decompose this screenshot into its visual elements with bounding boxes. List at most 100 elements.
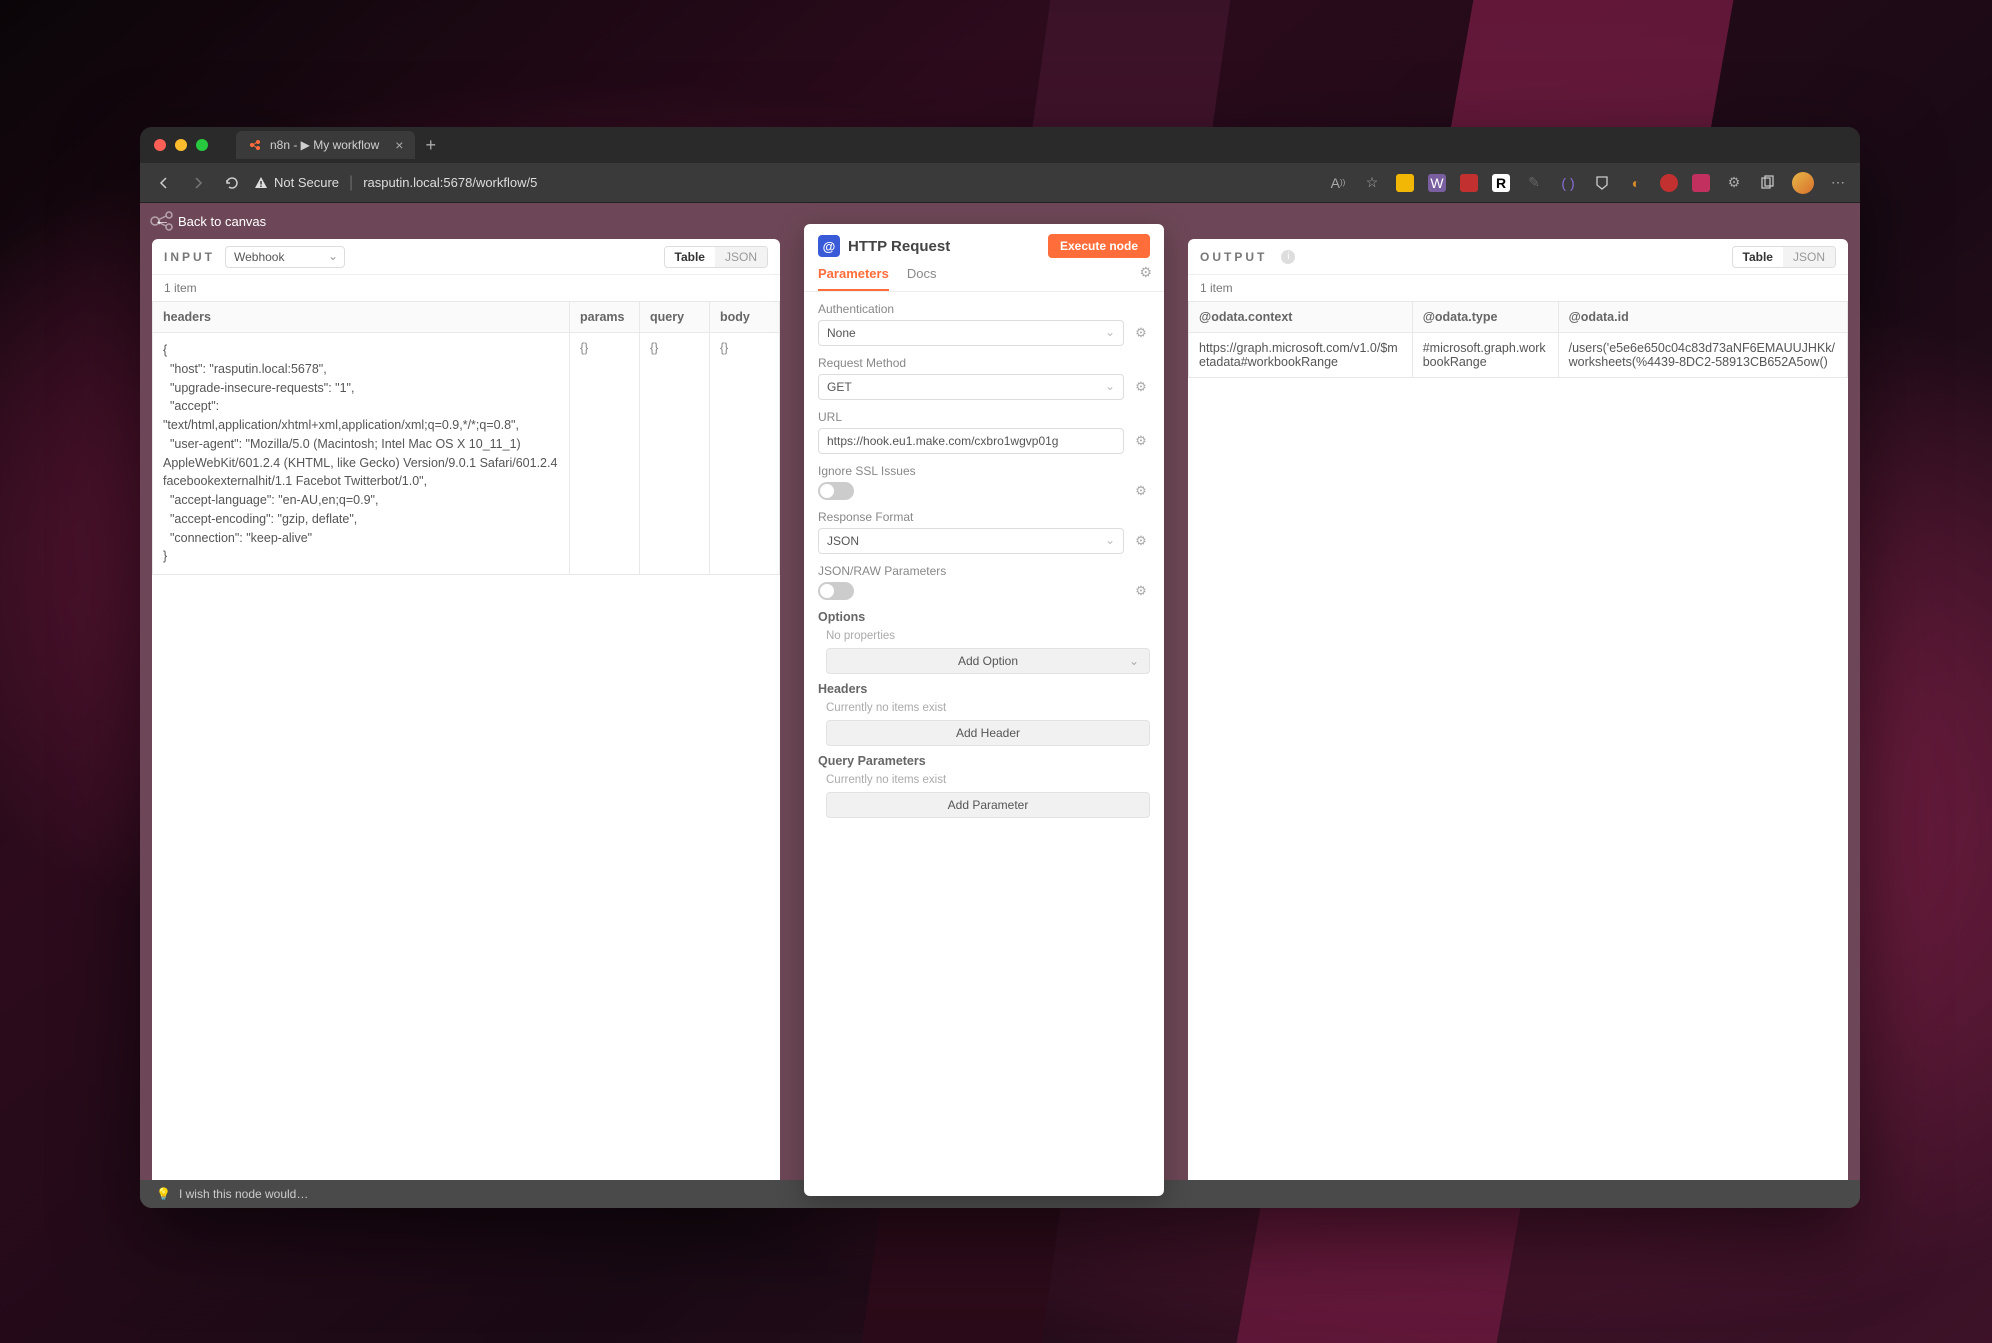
collections-icon[interactable] <box>1758 173 1778 193</box>
input-col-query: query <box>640 302 710 333</box>
ext-icon-6[interactable]: ( ) <box>1558 173 1578 193</box>
input-col-params: params <box>570 302 640 333</box>
node-type-icon: @ <box>818 235 840 257</box>
ext-icon-10[interactable] <box>1692 174 1710 192</box>
json-raw-label: JSON/RAW Parameters <box>818 564 1150 578</box>
options-section-label: Options <box>818 610 1150 624</box>
input-view-json-button[interactable]: JSON <box>715 247 767 267</box>
input-panel-title: INPUT <box>164 250 215 264</box>
output-info-icon[interactable]: i <box>1281 250 1295 264</box>
input-col-headers: headers <box>153 302 570 333</box>
input-item-count: 1 item <box>152 275 780 301</box>
tab-favicon <box>248 138 262 152</box>
table-row: { "host": "rasputin.local:5678", "upgrad… <box>153 333 780 575</box>
output-context-value: https://graph.microsoft.com/v1.0/$metada… <box>1189 333 1413 378</box>
minimize-window-button[interactable] <box>175 139 187 151</box>
url-options-icon[interactable]: ⚙ <box>1132 433 1150 449</box>
ext-icon-1[interactable] <box>1396 174 1414 192</box>
add-parameter-button[interactable]: Add Parameter <box>826 792 1150 818</box>
request-method-select[interactable]: GET <box>818 374 1124 400</box>
add-header-button[interactable]: Add Header <box>826 720 1150 746</box>
url-label: URL <box>818 410 1150 424</box>
settings-gear-icon[interactable]: ⚙ <box>1724 173 1744 193</box>
authentication-select[interactable]: None <box>818 320 1124 346</box>
close-window-button[interactable] <box>154 139 166 151</box>
favorite-icon[interactable]: ☆ <box>1362 173 1382 193</box>
request-method-options-icon[interactable]: ⚙ <box>1132 379 1150 395</box>
output-view-table-button[interactable]: Table <box>1733 247 1783 267</box>
input-query-value: {} <box>640 333 710 575</box>
output-type-value: #microsoft.graph.workbookRange <box>1412 333 1558 378</box>
headers-section-label: Headers <box>818 682 1150 696</box>
input-view-table-button[interactable]: Table <box>665 247 715 267</box>
tab-close-button[interactable]: × <box>395 137 403 153</box>
back-button[interactable] <box>152 171 176 195</box>
response-format-select[interactable]: JSON <box>818 528 1124 554</box>
ext-icon-4[interactable]: R <box>1492 174 1510 192</box>
address-bar: Not Secure | rasputin.local:5678/workflo… <box>140 163 1860 203</box>
query-params-section-label: Query Parameters <box>818 754 1150 768</box>
request-method-label: Request Method <box>818 356 1150 370</box>
new-tab-button[interactable]: + <box>425 135 436 156</box>
tab-docs[interactable]: Docs <box>907 266 937 291</box>
output-view-json-button[interactable]: JSON <box>1783 247 1835 267</box>
ignore-ssl-toggle[interactable] <box>818 482 854 500</box>
ext-icon-8[interactable]: ◐ <box>1626 173 1646 193</box>
tab-title: n8n - ▶ My workflow <box>270 138 379 152</box>
ext-icon-9[interactable] <box>1660 174 1678 192</box>
security-indicator[interactable]: Not Secure <box>254 175 339 190</box>
node-panel: @ HTTP Request Execute node Parameters D… <box>804 224 1164 1196</box>
headers-empty-text: Currently no items exist <box>826 702 1150 714</box>
execute-node-button[interactable]: Execute node <box>1048 234 1150 258</box>
input-params-value: {} <box>570 333 640 575</box>
output-panel-title: OUTPUT <box>1200 250 1267 264</box>
browser-tab[interactable]: n8n - ▶ My workflow × <box>236 131 415 159</box>
ext-icon-7[interactable] <box>1592 173 1612 193</box>
output-col-type: @odata.type <box>1412 302 1558 333</box>
url-input[interactable]: https://hook.eu1.make.com/cxbro1wgvp01g <box>818 428 1124 454</box>
maximize-window-button[interactable] <box>196 139 208 151</box>
output-table: @odata.context @odata.type @odata.id htt… <box>1188 301 1848 378</box>
json-raw-toggle[interactable] <box>818 582 854 600</box>
ignore-ssl-options-icon[interactable]: ⚙ <box>1132 483 1150 499</box>
reload-button[interactable] <box>220 171 244 195</box>
ext-icon-5[interactable]: ✎ <box>1524 173 1544 193</box>
ext-icon-3[interactable] <box>1460 174 1478 192</box>
input-table: headers params query body { "host": "ras… <box>152 301 780 575</box>
back-to-canvas-label: Back to canvas <box>178 214 266 229</box>
input-headers-value: { "host": "rasputin.local:5678", "upgrad… <box>163 341 559 566</box>
url-text[interactable]: rasputin.local:5678/workflow/5 <box>363 175 537 190</box>
node-settings-icon[interactable]: ⚙ <box>1139 264 1152 281</box>
output-id-value: /users('e5e6e650c04c83d73aNF6EMAUUJHKk/w… <box>1558 333 1847 378</box>
warning-icon <box>254 176 268 190</box>
browser-window: n8n - ▶ My workflow × + Not Secure | ras… <box>140 127 1860 1208</box>
ext-icon-2[interactable]: W <box>1428 174 1446 192</box>
app-area: ← Back to canvas INPUT Webhook Table JSO… <box>140 203 1860 1208</box>
input-source-select[interactable]: Webhook <box>225 246 345 268</box>
forward-button[interactable] <box>186 171 210 195</box>
response-format-label: Response Format <box>818 510 1150 524</box>
query-params-empty-text: Currently no items exist <box>826 774 1150 786</box>
not-secure-label: Not Secure <box>274 175 339 190</box>
read-aloud-icon[interactable]: A)) <box>1328 173 1348 193</box>
titlebar: n8n - ▶ My workflow × + <box>140 127 1860 163</box>
traffic-lights <box>154 139 208 151</box>
authentication-options-icon[interactable]: ⚙ <box>1132 325 1150 341</box>
more-menu-icon[interactable]: ⋯ <box>1828 173 1848 193</box>
options-empty-text: No properties <box>826 630 1150 642</box>
input-body-value: {} <box>710 333 780 575</box>
node-title: HTTP Request <box>848 238 1040 255</box>
table-row: https://graph.microsoft.com/v1.0/$metada… <box>1189 333 1848 378</box>
output-col-context: @odata.context <box>1189 302 1413 333</box>
tab-parameters[interactable]: Parameters <box>818 266 889 291</box>
authentication-label: Authentication <box>818 302 1150 316</box>
response-format-options-icon[interactable]: ⚙ <box>1132 533 1150 549</box>
lightbulb-icon: 💡 <box>156 1187 171 1201</box>
add-option-button[interactable]: Add Option <box>826 648 1150 674</box>
json-raw-options-icon[interactable]: ⚙ <box>1132 583 1150 599</box>
profile-avatar[interactable] <box>1792 172 1814 194</box>
n8n-logo-icon <box>148 207 176 235</box>
output-item-count: 1 item <box>1188 275 1848 301</box>
output-panel: OUTPUT i Table JSON 1 item @odata.contex… <box>1188 239 1848 1196</box>
output-col-id: @odata.id <box>1558 302 1847 333</box>
